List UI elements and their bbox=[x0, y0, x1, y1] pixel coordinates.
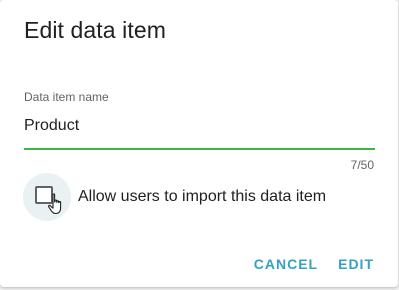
field-underline bbox=[24, 148, 375, 150]
cancel-button[interactable]: CANCEL bbox=[246, 250, 326, 278]
edit-button[interactable]: EDIT bbox=[330, 250, 382, 278]
edit-data-item-dialog: Edit data item Data item name 7/50 Allow… bbox=[0, 0, 398, 287]
dialog-title: Edit data item bbox=[24, 17, 167, 43]
data-item-name-label: Data item name bbox=[24, 90, 109, 104]
data-item-name-input[interactable] bbox=[24, 114, 375, 138]
checkbox-hover-halo[interactable] bbox=[23, 173, 71, 221]
dialog-actions: CANCEL EDIT bbox=[242, 250, 382, 278]
allow-import-checkbox-row[interactable]: Allow users to import this data item bbox=[23, 172, 326, 222]
character-counter: 7/50 bbox=[350, 158, 374, 172]
data-item-name-field[interactable]: Data item name bbox=[24, 86, 375, 152]
hand-pointer-icon bbox=[47, 193, 62, 215]
allow-import-label[interactable]: Allow users to import this data item bbox=[78, 188, 326, 206]
